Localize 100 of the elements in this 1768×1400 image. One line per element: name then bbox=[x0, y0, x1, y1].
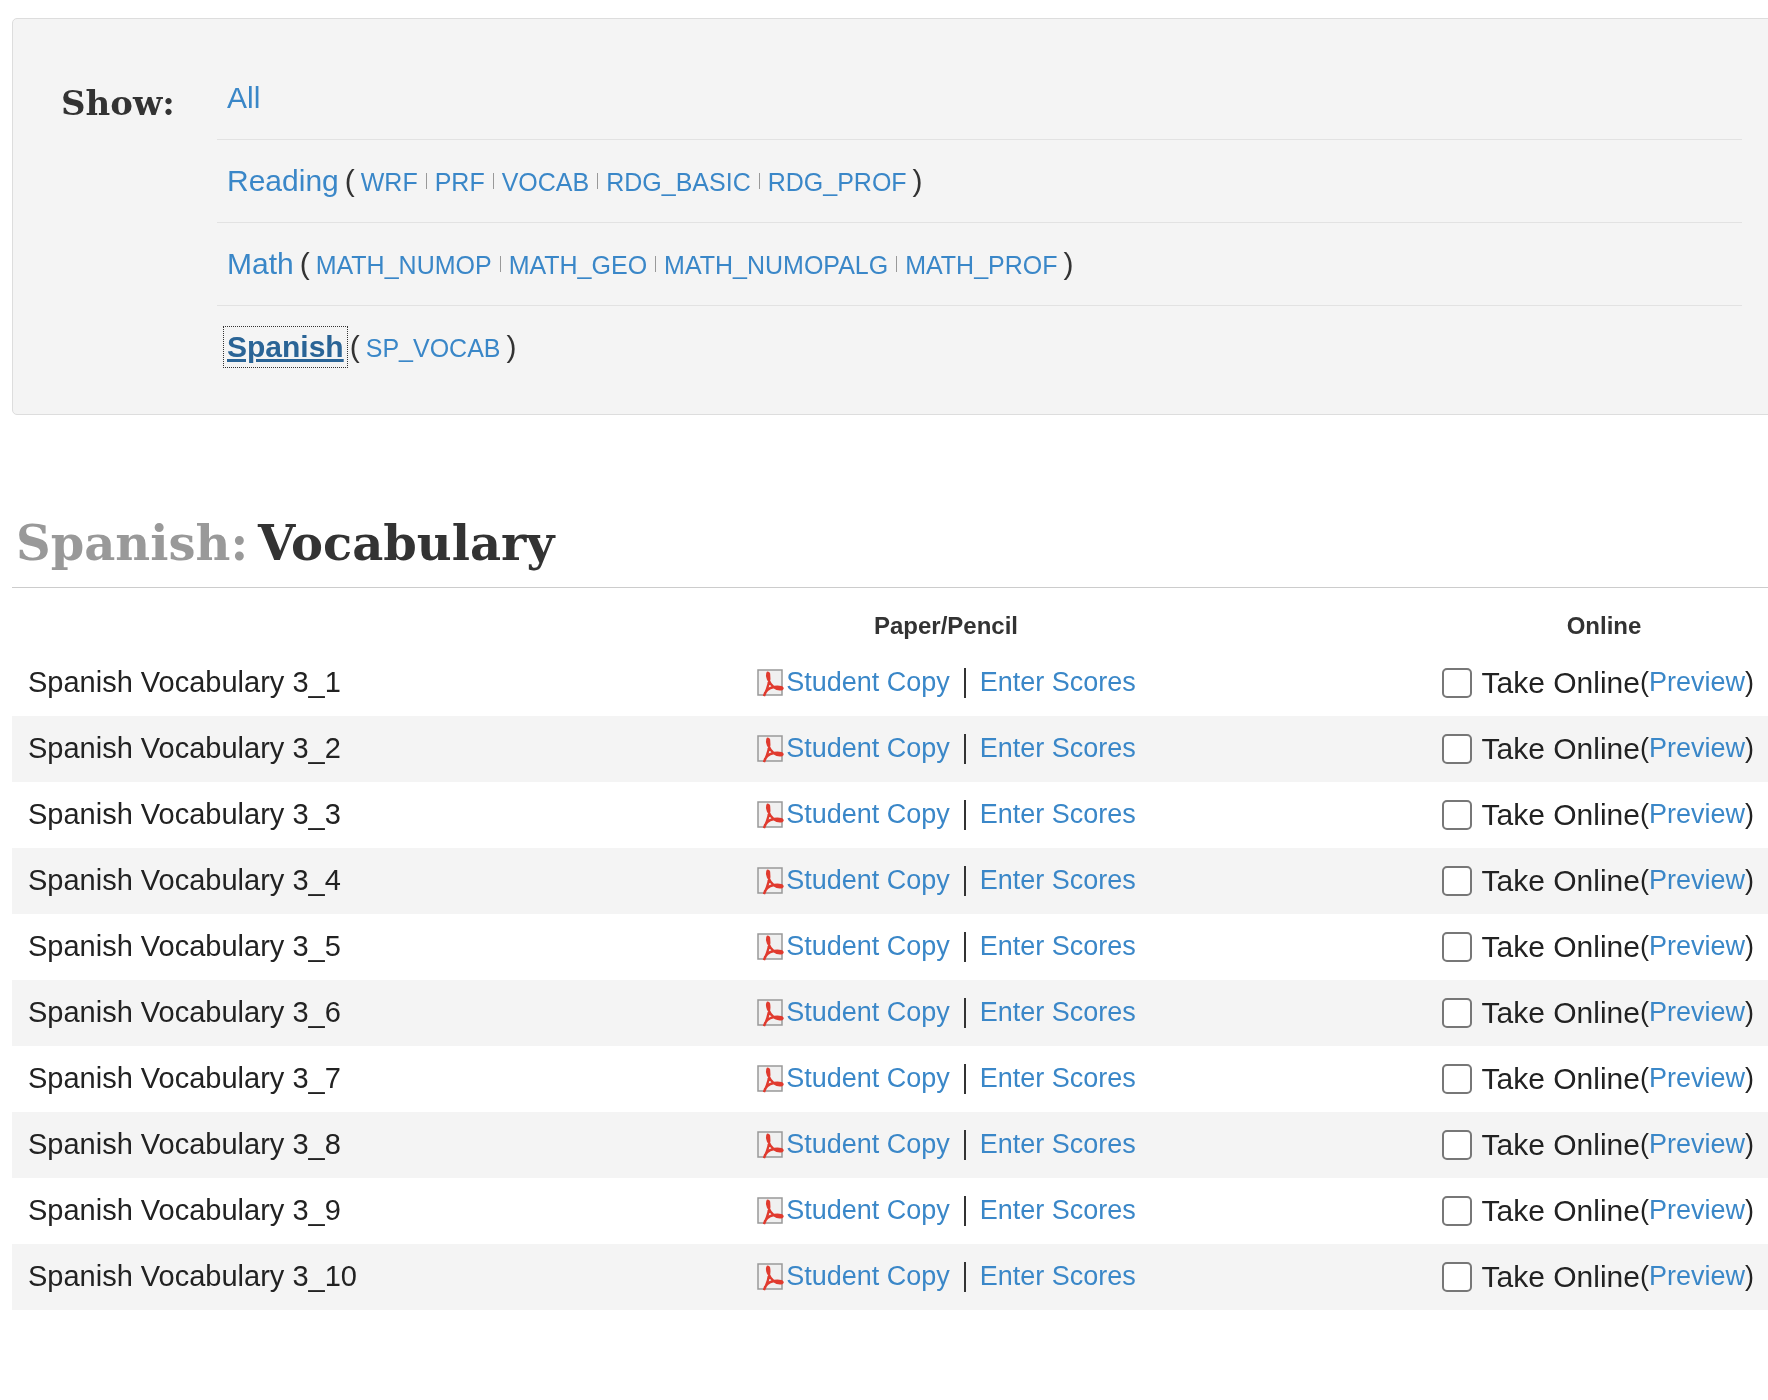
subcategory-link[interactable]: MATH_PROF bbox=[905, 251, 1058, 280]
student-copy-link[interactable]: Student Copy bbox=[756, 865, 950, 897]
preview-link[interactable]: Preview bbox=[1648, 799, 1745, 831]
preview-link[interactable]: Preview bbox=[1648, 865, 1745, 897]
pdf-document-icon bbox=[756, 667, 787, 698]
take-online-label: Take Online bbox=[1481, 995, 1640, 1030]
checkbox[interactable] bbox=[1441, 733, 1472, 764]
enter-scores-link[interactable]: Enter Scores bbox=[979, 733, 1136, 765]
parenthesis: ) bbox=[1745, 1195, 1754, 1227]
checkbox[interactable] bbox=[1441, 931, 1472, 962]
checkbox[interactable] bbox=[1441, 799, 1472, 830]
category-link[interactable]: Reading bbox=[227, 164, 339, 198]
student-copy-link[interactable]: Student Copy bbox=[756, 1261, 950, 1293]
test-name: Spanish Vocabulary 3_8 bbox=[27, 1128, 342, 1162]
take-online-label: Take Online bbox=[1481, 863, 1640, 898]
enter-scores-link[interactable]: Enter Scores bbox=[979, 931, 1136, 963]
enter-scores-link[interactable]: Enter Scores bbox=[979, 865, 1136, 897]
enter-scores-link[interactable]: Enter Scores bbox=[979, 799, 1136, 831]
pdf-document-icon bbox=[756, 1063, 787, 1094]
preview-link[interactable]: Preview bbox=[1648, 1261, 1745, 1293]
enter-scores-link[interactable]: Enter Scores bbox=[979, 667, 1136, 699]
parenthesis: ( bbox=[1639, 1129, 1649, 1161]
parenthesis: ( bbox=[1639, 733, 1649, 765]
student-copy-link[interactable]: Student Copy bbox=[756, 799, 950, 831]
enter-scores-link[interactable]: Enter Scores bbox=[979, 1129, 1136, 1161]
subcategory-link[interactable]: SP_VOCAB bbox=[365, 334, 501, 363]
enter-scores-link[interactable]: Enter Scores bbox=[979, 997, 1136, 1029]
student-copy-link[interactable]: Student Copy bbox=[756, 733, 950, 765]
subcategory-link[interactable]: RDG_PROF bbox=[767, 168, 907, 197]
parenthesis: ) bbox=[1745, 799, 1754, 831]
parenthesis: ) bbox=[1745, 1129, 1754, 1161]
preview-link[interactable]: Preview bbox=[1648, 733, 1745, 765]
preview-link[interactable]: Preview bbox=[1648, 1063, 1745, 1095]
parenthesis: ) bbox=[1745, 931, 1754, 963]
pdf-document-icon bbox=[756, 733, 787, 764]
pdf-document-icon bbox=[756, 799, 787, 830]
test-name: Spanish Vocabulary 3_2 bbox=[27, 732, 342, 766]
parenthesis: ( bbox=[299, 247, 310, 281]
section-title: Vocabulary bbox=[258, 515, 555, 573]
pdf-document-icon bbox=[756, 997, 787, 1028]
parenthesis: ) bbox=[1745, 865, 1754, 897]
parenthesis: ( bbox=[1639, 667, 1649, 699]
parenthesis: ) bbox=[506, 330, 517, 364]
subcategory-link[interactable]: VOCAB bbox=[501, 168, 590, 197]
student-copy-link[interactable]: Student Copy bbox=[756, 667, 950, 699]
preview-link[interactable]: Preview bbox=[1648, 1195, 1745, 1227]
checkbox[interactable] bbox=[1441, 997, 1472, 1028]
student-copy-link[interactable]: Student Copy bbox=[756, 931, 950, 963]
test-name: Spanish Vocabulary 3_6 bbox=[27, 996, 342, 1030]
preview-link[interactable]: Preview bbox=[1648, 667, 1745, 699]
test-name: Spanish Vocabulary 3_10 bbox=[27, 1260, 358, 1294]
preview-link[interactable]: Preview bbox=[1648, 1129, 1745, 1161]
student-copy-link[interactable]: Student Copy bbox=[756, 997, 950, 1029]
pdf-document-icon bbox=[756, 865, 787, 896]
preview-link[interactable]: Preview bbox=[1648, 997, 1745, 1029]
subject-label: Spanish: bbox=[16, 515, 249, 573]
parenthesis: ( bbox=[1639, 1261, 1649, 1293]
checkbox[interactable] bbox=[1441, 1261, 1472, 1292]
pdf-document-icon bbox=[756, 1261, 787, 1292]
take-online-label: Take Online bbox=[1481, 1259, 1640, 1294]
take-online-label: Take Online bbox=[1481, 1061, 1640, 1096]
subcategory-link[interactable]: RDG_BASIC bbox=[606, 168, 751, 197]
test-name: Spanish Vocabulary 3_3 bbox=[27, 798, 342, 832]
parenthesis: ) bbox=[1063, 247, 1074, 281]
take-online-label: Take Online bbox=[1481, 797, 1640, 832]
pdf-document-icon bbox=[756, 1129, 787, 1160]
preview-link[interactable]: Preview bbox=[1648, 931, 1745, 963]
pdf-document-icon bbox=[756, 1195, 787, 1226]
test-name: Spanish Vocabulary 3_7 bbox=[27, 1062, 342, 1096]
subcategory-link[interactable]: PRF bbox=[434, 168, 485, 197]
checkbox[interactable] bbox=[1441, 1129, 1472, 1160]
enter-scores-link[interactable]: Enter Scores bbox=[979, 1063, 1136, 1095]
parenthesis: ) bbox=[1745, 1261, 1754, 1293]
parenthesis: ( bbox=[1639, 1063, 1649, 1095]
test-name: Spanish Vocabulary 3_9 bbox=[27, 1194, 342, 1228]
test-name: Spanish Vocabulary 3_1 bbox=[27, 666, 342, 700]
take-online-label: Take Online bbox=[1481, 665, 1640, 700]
show-label: Show: bbox=[61, 82, 175, 123]
parenthesis: ( bbox=[1639, 931, 1649, 963]
checkbox[interactable] bbox=[1441, 667, 1472, 698]
checkbox[interactable] bbox=[1441, 865, 1472, 896]
checkbox[interactable] bbox=[1441, 1063, 1472, 1094]
take-online-label: Take Online bbox=[1481, 731, 1640, 766]
parenthesis: ) bbox=[1745, 733, 1754, 765]
enter-scores-link[interactable]: Enter Scores bbox=[979, 1261, 1136, 1293]
parenthesis: ( bbox=[344, 164, 355, 198]
student-copy-link[interactable]: Student Copy bbox=[756, 1063, 950, 1095]
column-header: Paper/Pencil bbox=[873, 611, 1019, 640]
checkbox[interactable] bbox=[1441, 1195, 1472, 1226]
subcategory-link[interactable]: WRF bbox=[360, 168, 418, 197]
student-copy-link[interactable]: Student Copy bbox=[756, 1129, 950, 1161]
subcategory-link[interactable]: MATH_NUMOPALG bbox=[664, 251, 889, 280]
column-header: Online bbox=[1565, 611, 1643, 640]
student-copy-link[interactable]: Student Copy bbox=[756, 1195, 950, 1227]
enter-scores-link[interactable]: Enter Scores bbox=[979, 1195, 1136, 1227]
parenthesis: ( bbox=[1639, 1195, 1649, 1227]
category-link[interactable]: All bbox=[227, 81, 261, 115]
subcategory-link[interactable]: MATH_NUMOP bbox=[315, 251, 492, 280]
category-link[interactable]: Math bbox=[227, 247, 294, 281]
subcategory-link[interactable]: MATH_GEO bbox=[508, 251, 648, 280]
